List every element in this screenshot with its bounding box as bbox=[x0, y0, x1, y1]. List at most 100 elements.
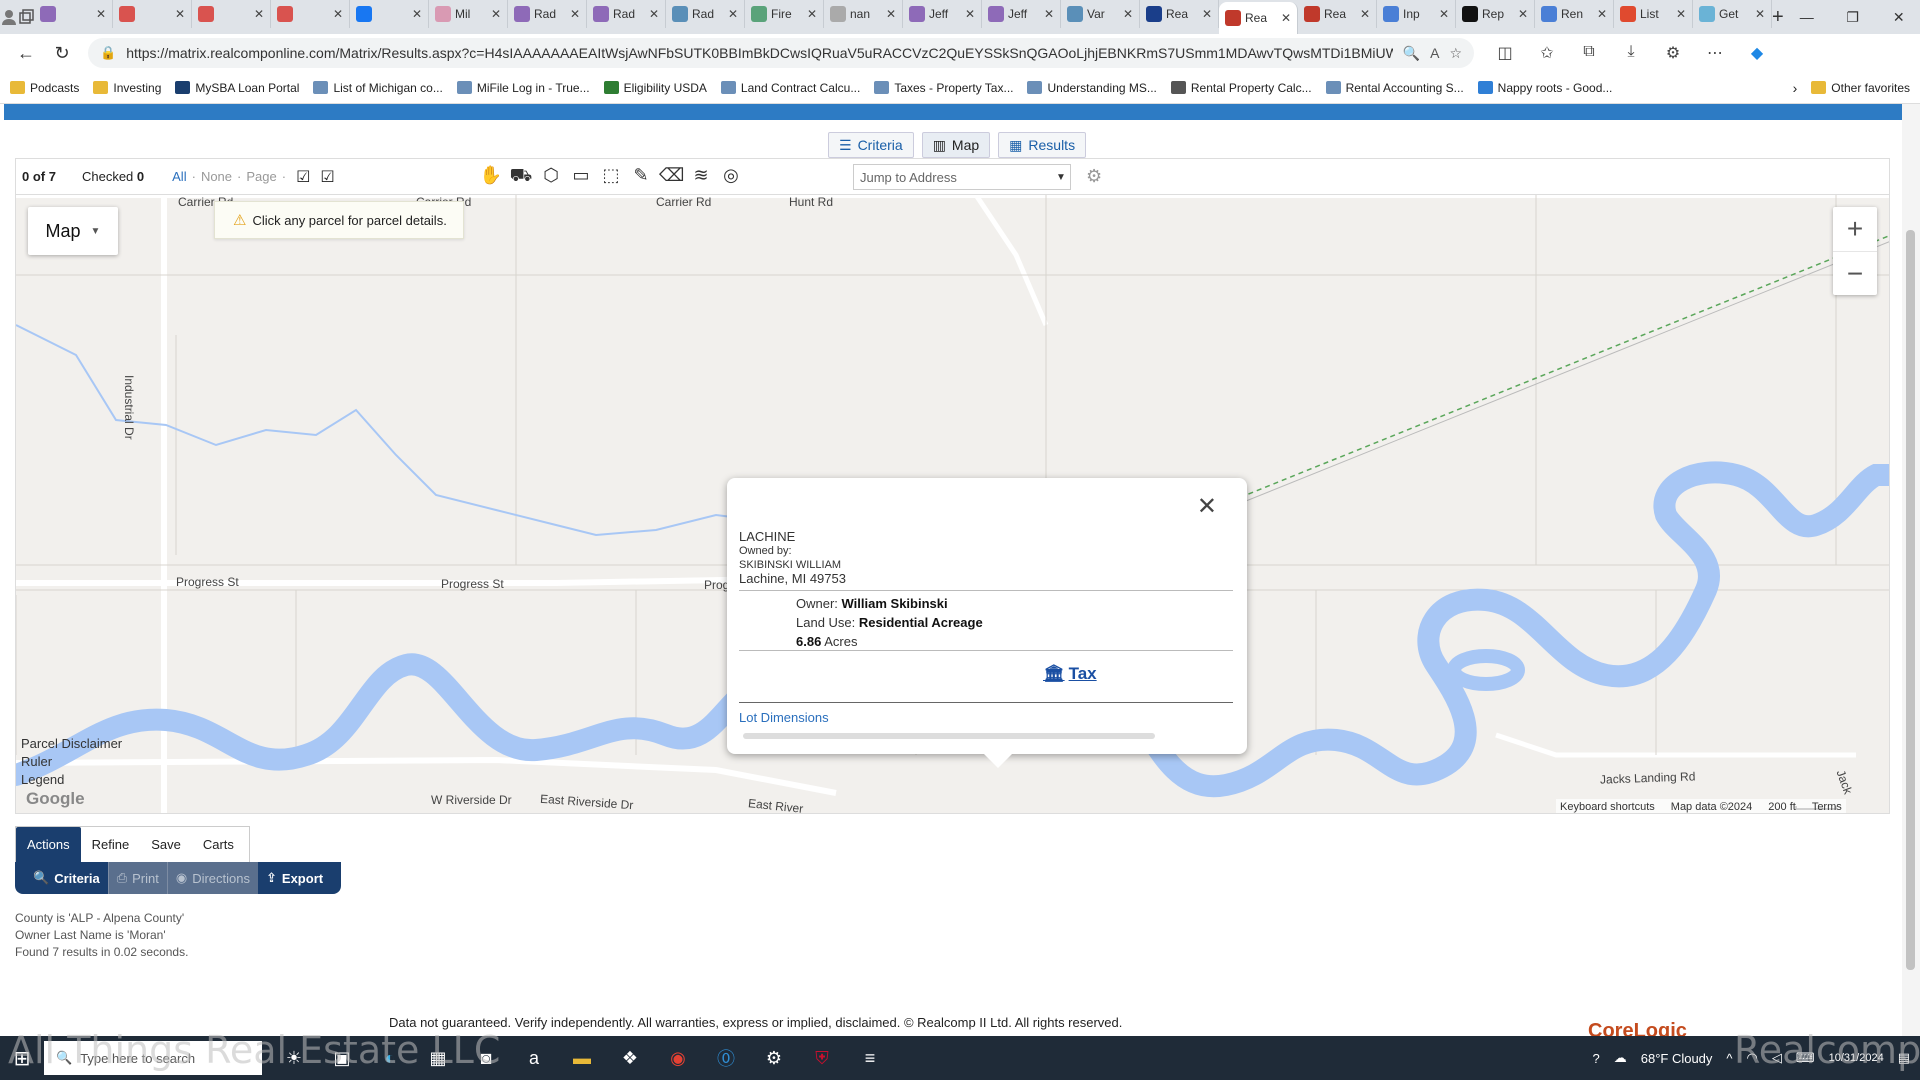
browser-tab[interactable]: Rep ✕ bbox=[1456, 0, 1535, 28]
zoom-in-button[interactable]: + bbox=[1833, 207, 1877, 251]
tab-actions[interactable]: Actions bbox=[16, 827, 81, 862]
weather-icon[interactable]: ☁ bbox=[1614, 1050, 1627, 1066]
tab-save[interactable]: Save bbox=[140, 837, 192, 852]
collections-icon[interactable]: ⧉ bbox=[1572, 43, 1606, 63]
scrollbar-thumb[interactable] bbox=[1906, 230, 1915, 970]
lot-dimensions-link[interactable]: Lot Dimensions bbox=[739, 710, 829, 725]
tab-close-icon[interactable]: ✕ bbox=[649, 7, 659, 21]
tab-close-icon[interactable]: ✕ bbox=[1281, 11, 1291, 25]
restore-button[interactable]: ❐ bbox=[1830, 9, 1876, 26]
tab-close-icon[interactable]: ✕ bbox=[728, 7, 738, 21]
tab-close-icon[interactable]: ✕ bbox=[1439, 7, 1449, 21]
favorite-link[interactable]: Rental Property Calc... bbox=[1170, 81, 1312, 95]
tab-close-icon[interactable]: ✕ bbox=[1123, 7, 1133, 21]
favorite-link[interactable]: MiFile Log in - True... bbox=[456, 81, 590, 95]
pan-hand-icon[interactable]: ✋ bbox=[479, 165, 503, 189]
tab-close-icon[interactable]: ✕ bbox=[886, 7, 896, 21]
browser-tab[interactable]: Var ✕ bbox=[1061, 0, 1140, 28]
select-none-link[interactable]: None bbox=[201, 169, 232, 184]
browser-tab[interactable]: Rea ✕ bbox=[1298, 0, 1377, 28]
check-all-icon[interactable]: ☑ bbox=[296, 167, 310, 187]
tab-close-icon[interactable]: ✕ bbox=[1518, 7, 1528, 21]
edit-shape-icon[interactable]: ⬚ bbox=[599, 165, 623, 189]
legend-link[interactable]: Legend bbox=[21, 771, 122, 789]
address-bar[interactable]: 🔒 https://matrix.realcomponline.com/Matr… bbox=[88, 38, 1474, 68]
browser-tab[interactable]: ✕ bbox=[271, 0, 350, 28]
tab-close-icon[interactable]: ✕ bbox=[570, 7, 580, 21]
tab-close-icon[interactable]: ✕ bbox=[175, 7, 185, 21]
close-icon[interactable]: ✕ bbox=[1197, 492, 1217, 521]
help-icon[interactable]: ? bbox=[1593, 1051, 1600, 1066]
eraser-icon[interactable]: ⌫ bbox=[659, 165, 684, 189]
directions-button[interactable]: ◉ Directions bbox=[166, 862, 258, 894]
locate-icon[interactable]: ◎ bbox=[719, 165, 743, 189]
chevron-down-icon[interactable]: ▼ bbox=[1052, 172, 1070, 183]
dropbox-icon[interactable]: ❖ bbox=[612, 1040, 648, 1076]
favorite-link[interactable]: Land Contract Calcu... bbox=[720, 81, 860, 95]
browser-tab[interactable]: nan ✕ bbox=[824, 0, 903, 28]
file-explorer-icon[interactable]: ▬ bbox=[564, 1040, 600, 1076]
profile-icon[interactable] bbox=[0, 0, 18, 34]
rectangle-icon[interactable]: ▭ bbox=[569, 165, 593, 189]
new-tab-button[interactable]: + bbox=[1772, 6, 1784, 29]
tab-close-icon[interactable]: ✕ bbox=[807, 7, 817, 21]
close-window-button[interactable]: ✕ bbox=[1876, 9, 1920, 26]
layers-icon[interactable]: ≋ bbox=[689, 165, 713, 189]
page-scrollbar[interactable] bbox=[1902, 104, 1920, 1036]
browser-tab[interactable]: Rad ✕ bbox=[666, 0, 745, 28]
favorite-link[interactable]: Rental Accounting S... bbox=[1325, 81, 1464, 95]
favorite-link[interactable]: Podcasts bbox=[10, 81, 79, 95]
tab-close-icon[interactable]: ✕ bbox=[1755, 7, 1765, 21]
browser-tab[interactable]: Get ✕ bbox=[1693, 0, 1772, 28]
tab-carts[interactable]: Carts bbox=[192, 837, 245, 852]
chevron-up-icon[interactable]: ^ bbox=[1726, 1051, 1732, 1066]
tab-close-icon[interactable]: ✕ bbox=[1202, 7, 1212, 21]
hp-icon[interactable]: ⓪ bbox=[708, 1040, 744, 1076]
favorite-link[interactable]: Understanding MS... bbox=[1027, 81, 1157, 95]
browser-tab[interactable]: ✕ bbox=[350, 0, 429, 28]
map-canvas[interactable]: Carrier Rd Carrier Rd Carrier Rd Hunt Rd… bbox=[15, 194, 1890, 814]
tab-close-icon[interactable]: ✕ bbox=[412, 7, 422, 21]
tab-close-icon[interactable]: ✕ bbox=[333, 7, 343, 21]
tab-map[interactable]: ▥ Map bbox=[921, 132, 991, 158]
polygon-icon[interactable]: ⬡ bbox=[539, 165, 563, 189]
tab-close-icon[interactable]: ✕ bbox=[1044, 7, 1054, 21]
amazon-icon[interactable]: a bbox=[516, 1040, 552, 1076]
browser-tab[interactable]: Mil ✕ bbox=[429, 0, 508, 28]
more-menu-icon[interactable]: ⋯ bbox=[1698, 43, 1732, 63]
browser-tab[interactable]: Rea ✕ bbox=[1140, 0, 1219, 28]
zoom-out-button[interactable]: − bbox=[1833, 251, 1877, 295]
lock-icon[interactable]: 🔒 bbox=[100, 45, 116, 61]
tab-criteria[interactable]: ☰ Criteria bbox=[828, 132, 914, 158]
jump-to-address-select[interactable]: Jump to Address ▼ bbox=[853, 164, 1071, 190]
browser-tab[interactable]: Ren ✕ bbox=[1535, 0, 1614, 28]
pencil-icon[interactable]: ✎ bbox=[629, 165, 653, 189]
tab-close-icon[interactable]: ✕ bbox=[1676, 7, 1686, 21]
parcel-disclaimer-link[interactable]: Parcel Disclaimer bbox=[21, 735, 122, 753]
tab-refine[interactable]: Refine bbox=[81, 837, 141, 852]
print-button[interactable]: ⎙ Print bbox=[107, 862, 167, 894]
url-text[interactable]: https://matrix.realcomponline.com/Matrix… bbox=[126, 45, 1392, 61]
browser-tab[interactable]: Rad ✕ bbox=[587, 0, 666, 28]
favorite-link[interactable]: Nappy roots - Good... bbox=[1477, 81, 1612, 95]
refresh-button[interactable]: ↻ bbox=[44, 43, 80, 64]
extensions-icon[interactable]: ⚙ bbox=[1656, 43, 1690, 63]
copilot-icon[interactable]: ◆ bbox=[1740, 43, 1774, 63]
tab-results[interactable]: ▦ Results bbox=[998, 132, 1087, 158]
split-screen-icon[interactable]: ◫ bbox=[1488, 43, 1522, 63]
favorite-link[interactable]: MySBA Loan Portal bbox=[175, 81, 299, 95]
favorite-link[interactable]: Investing bbox=[93, 81, 161, 95]
drive-time-icon[interactable]: ⛟ bbox=[509, 165, 533, 189]
workspaces-icon[interactable] bbox=[18, 0, 34, 34]
browser-tab[interactable]: Inp ✕ bbox=[1377, 0, 1456, 28]
chrome-icon[interactable]: ◉ bbox=[660, 1040, 696, 1076]
favorite-link[interactable]: Taxes - Property Tax... bbox=[874, 81, 1013, 95]
tab-close-icon[interactable]: ✕ bbox=[965, 7, 975, 21]
mcafee-icon[interactable]: ⛨ bbox=[804, 1040, 840, 1076]
popup-scrollbar[interactable] bbox=[743, 733, 1155, 739]
favorite-link[interactable]: List of Michigan co... bbox=[313, 81, 443, 95]
back-button[interactable]: ← bbox=[8, 43, 44, 64]
export-button[interactable]: ⇪ Export bbox=[258, 862, 341, 894]
tab-close-icon[interactable]: ✕ bbox=[491, 7, 501, 21]
browser-tab[interactable]: ✕ bbox=[192, 0, 271, 28]
